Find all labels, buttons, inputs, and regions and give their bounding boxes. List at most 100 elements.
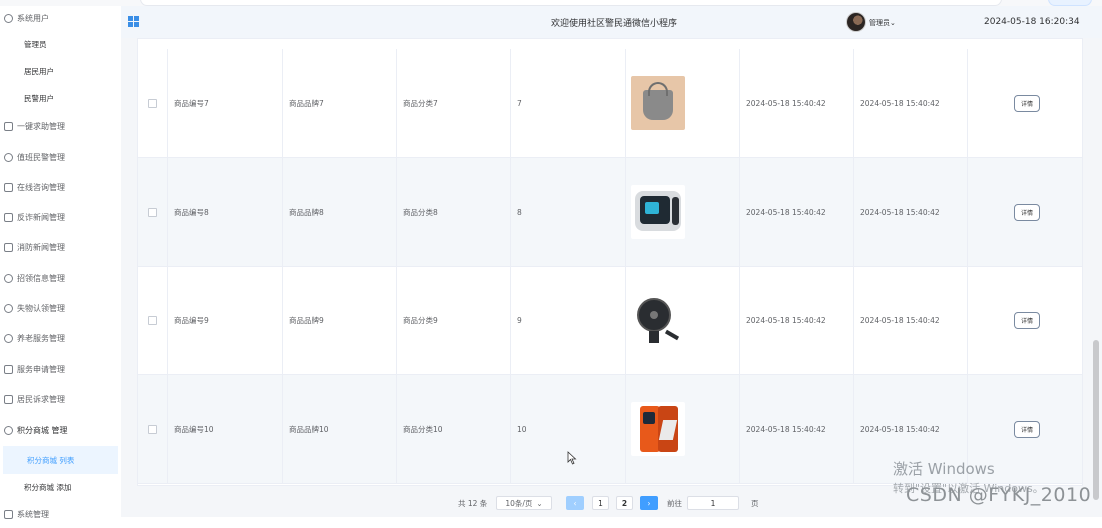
- sidebar-subitem-mall-add[interactable]: 积分商城 添加: [0, 473, 121, 501]
- sidebar-item-fire-news[interactable]: 消防新闻管理: [0, 233, 121, 261]
- sidebar-item-label: 服务申请管理: [17, 364, 65, 374]
- table-row: 商品编号9 商品品牌9 商品分类9 9 2024-05-18 15:40:42 …: [138, 266, 1082, 375]
- sidebar-item-label: 在线咨询管理: [17, 182, 65, 192]
- sidebar-item-points-mall[interactable]: 积分商城 管理: [0, 416, 121, 444]
- row-checkbox-cell: [138, 158, 168, 266]
- row-checkbox[interactable]: [148, 315, 157, 325]
- created-time: 2024-05-18 15:40:42: [740, 49, 854, 157]
- chevron-right-icon: ›: [647, 498, 651, 508]
- monitor-icon: [4, 509, 13, 519]
- menu-grid-icon[interactable]: [128, 16, 139, 27]
- sidebar-item-label: 失物认领管理: [17, 303, 65, 313]
- next-page-button[interactable]: ›: [640, 496, 658, 510]
- chevron-down-icon: ⌄: [536, 498, 543, 508]
- sidebar-item-label: 积分商城 管理: [17, 425, 68, 435]
- fan-image: [631, 293, 685, 347]
- sidebar-item-elderly-service[interactable]: 养老服务管理: [0, 324, 121, 352]
- list-icon: [4, 364, 13, 374]
- goto-page-input[interactable]: 1: [687, 496, 739, 510]
- product-category: 商品分类8: [397, 158, 511, 266]
- page-suffix: 页: [751, 499, 759, 508]
- sidebar-item-label: 居民用户: [24, 66, 54, 76]
- detail-button[interactable]: 详情: [1014, 95, 1040, 112]
- product-brand: 商品品牌9: [283, 266, 397, 374]
- box-icon: [4, 121, 13, 131]
- page-button-2[interactable]: 2: [616, 496, 633, 510]
- page-button-1[interactable]: 1: [592, 496, 609, 510]
- product-points: 7: [511, 49, 626, 157]
- avatar[interactable]: [846, 12, 866, 32]
- sidebar-item-label: 反诈新闻管理: [17, 212, 65, 222]
- table-row: 商品编号8 商品品牌8 商品分类8 8 2024-05-18 15:40:42 …: [138, 158, 1082, 267]
- row-checkbox[interactable]: [148, 98, 157, 108]
- row-checkbox-cell: [138, 49, 168, 157]
- home-icon: [4, 212, 13, 222]
- form-icon: [4, 394, 13, 404]
- admin-label: 管理员: [869, 19, 890, 27]
- sidebar-item-label: 管理员: [24, 39, 47, 49]
- admin-dropdown[interactable]: 管理员⌄: [869, 18, 896, 28]
- detail-button[interactable]: 详情: [1014, 204, 1040, 221]
- datetime-display: 2024-05-18 16:20:34: [984, 17, 1080, 27]
- product-brand: 商品品牌7: [283, 49, 397, 157]
- product-image-cell: [626, 266, 740, 374]
- sidebar-item-label: 民警用户: [24, 93, 54, 103]
- sidebar-item-duty-police[interactable]: 值班民警管理: [0, 143, 121, 171]
- vertical-scrollbar[interactable]: [1093, 340, 1099, 500]
- sidebar-item-resident-appeal[interactable]: 居民诉求管理: [0, 385, 121, 413]
- user-icon: [4, 13, 13, 23]
- row-checkbox[interactable]: [148, 424, 157, 434]
- sidebar-subitem-admin[interactable]: 管理员: [0, 30, 121, 58]
- detail-button[interactable]: 详情: [1014, 312, 1040, 329]
- sidebar-item-antifraud-news[interactable]: 反诈新闻管理: [0, 203, 121, 231]
- book-icon: [4, 242, 13, 252]
- csdn-watermark: CSDN @FYKJ_2010: [906, 484, 1092, 506]
- created-time: 2024-05-18 15:40:42: [740, 158, 854, 266]
- row-checkbox[interactable]: [148, 207, 157, 217]
- product-brand: 商品品牌8: [283, 158, 397, 266]
- product-image-cell: [626, 375, 740, 483]
- sidebar-item-help[interactable]: 一键求助管理: [0, 112, 121, 140]
- sidebar-item-consult[interactable]: 在线咨询管理: [0, 173, 121, 201]
- sidebar-subitem-mall-list[interactable]: 积分商城 列表: [3, 446, 118, 474]
- sidebar: 系统用户 管理员 居民用户 民警用户 一键求助管理 值班民警管理 在线咨询管理 …: [0, 4, 122, 519]
- prev-page-button[interactable]: ‹: [566, 496, 584, 510]
- updated-time: 2024-05-18 15:40:42: [854, 158, 968, 266]
- row-checkbox-cell: [138, 375, 168, 483]
- total-count: 共 12 条: [458, 499, 488, 508]
- chevron-left-icon: ‹: [573, 498, 577, 508]
- product-category: 商品分类7: [397, 49, 511, 157]
- product-brand: 商品品牌10: [283, 375, 397, 483]
- detail-button[interactable]: 详情: [1014, 421, 1040, 438]
- product-code: 商品编号10: [168, 375, 283, 483]
- sidebar-item-label: 养老服务管理: [17, 333, 65, 343]
- goto-label: 前往: [667, 499, 682, 508]
- product-image-cell: [626, 49, 740, 157]
- people-icon: [4, 333, 13, 343]
- main-content: 商品编号7 商品品牌7 商品分类7 7 2024-05-18 15:40:42 …: [121, 38, 1102, 517]
- sidebar-item-system-users[interactable]: 系统用户: [0, 4, 121, 32]
- sidebar-subitem-residents[interactable]: 居民用户: [0, 57, 121, 85]
- table-row: 商品编号7 商品品牌7 商品分类7 7 2024-05-18 15:40:42 …: [138, 49, 1082, 158]
- sidebar-item-service-apply[interactable]: 服务申请管理: [0, 355, 121, 383]
- product-points: 10: [511, 375, 626, 483]
- mouse-cursor-icon: [567, 451, 577, 465]
- sidebar-item-label: 积分商城 添加: [24, 482, 72, 492]
- sidebar-item-found-items[interactable]: 招领信息管理: [0, 264, 121, 292]
- cart-icon: [4, 425, 13, 435]
- sidebar-item-system-manage[interactable]: 系统管理: [0, 500, 121, 528]
- product-code: 商品编号9: [168, 266, 283, 374]
- bag-image: [631, 76, 685, 130]
- sidebar-item-label: 招领信息管理: [17, 273, 65, 283]
- sidebar-subitem-police[interactable]: 民警用户: [0, 84, 121, 112]
- sidebar-item-label: 居民诉求管理: [17, 394, 65, 404]
- welcome-title: 欢迎使用社区警民通微信小程序: [551, 19, 678, 29]
- chevron-down-icon: ⌄: [890, 19, 896, 27]
- product-points: 9: [511, 266, 626, 374]
- product-category: 商品分类9: [397, 266, 511, 374]
- windows-activation-watermark: 激活 Windows: [893, 460, 995, 478]
- sidebar-item-label: 消防新闻管理: [17, 242, 65, 252]
- sidebar-item-label: 一键求助管理: [17, 121, 65, 131]
- page-size-select[interactable]: 10条/页 ⌄: [496, 496, 552, 510]
- sidebar-item-lost-claim[interactable]: 失物认领管理: [0, 294, 121, 322]
